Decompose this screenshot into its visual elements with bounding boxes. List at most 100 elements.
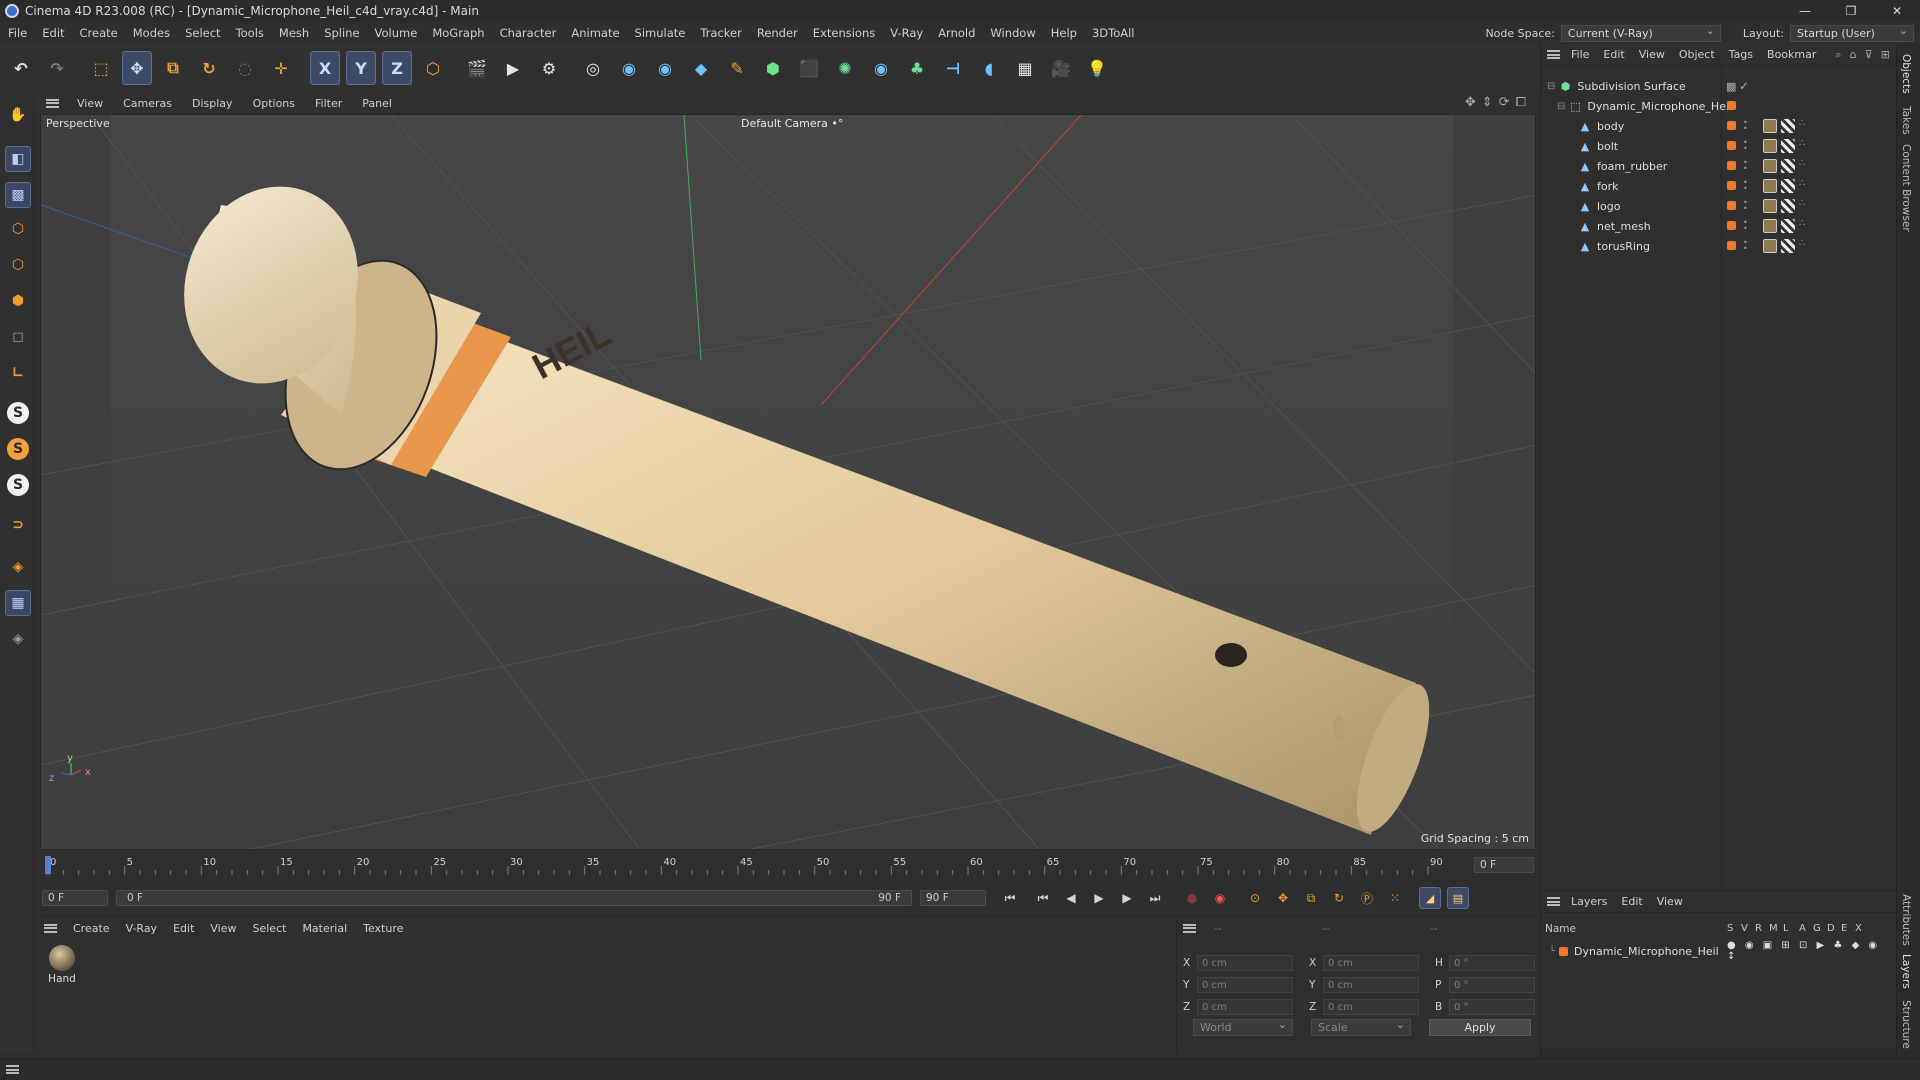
key-scale-icon[interactable]: ⧉ (1300, 887, 1322, 909)
menu-arnold[interactable]: Arnold (930, 26, 982, 40)
uvw-tag-icon[interactable] (1781, 219, 1795, 233)
uvw-tag-icon[interactable] (1781, 119, 1795, 133)
phong-tag-icon[interactable]: ∴ (1799, 138, 1805, 149)
menu-edit[interactable]: Edit (34, 26, 71, 40)
texture-tag-icon[interactable] (1763, 219, 1777, 233)
texture-tag-icon[interactable] (1763, 199, 1777, 213)
texture-tag-icon[interactable] (1763, 159, 1777, 173)
menu-3dtoall[interactable]: 3DToAll (1084, 26, 1142, 40)
playhead[interactable] (45, 856, 51, 874)
viewport-menu-filter[interactable]: Filter (305, 97, 352, 110)
visibility-dots-icon[interactable]: • • (1743, 159, 1748, 173)
python-generator-icon[interactable]: ◉ (866, 51, 896, 85)
uvw-tag-icon[interactable] (1781, 179, 1795, 193)
visibility-dots-icon[interactable]: • • (1743, 119, 1748, 133)
menu-animate[interactable]: Animate (563, 26, 626, 40)
menu-mesh[interactable]: Mesh (271, 26, 316, 40)
scale-tool-icon[interactable]: ⧉ (158, 51, 188, 85)
axis-mode-icon[interactable]: ∟ (5, 360, 31, 386)
previous-key-icon[interactable]: ⏮ (1032, 887, 1054, 909)
rotation-p-field[interactable]: 0 ° (1449, 977, 1535, 993)
side-tab-structure[interactable]: Structure (1900, 1000, 1912, 1049)
tree-row-bolt[interactable]: ▲ bolt • • ∴ (1541, 136, 1897, 156)
tree-row-net-mesh[interactable]: ▲ net_mesh • • ∴ (1541, 216, 1897, 236)
position-x-field[interactable]: 0 cm (1197, 955, 1293, 971)
apply-button[interactable]: Apply (1429, 1019, 1531, 1036)
snap-icon-white-2[interactable]: S (7, 474, 29, 496)
subdivision-icon[interactable]: ⬢ (758, 51, 788, 85)
uvw-tag-icon[interactable] (1781, 159, 1795, 173)
phong-tag-icon[interactable]: ∴ (1799, 218, 1805, 229)
layer-row[interactable]: └ Dynamic_Microphone_Heil ● ◉ ▣ ⊞ ⊡ ▶ ♣ … (1541, 940, 1897, 962)
collapse-toggle-icon[interactable]: ⊟ (1557, 101, 1565, 112)
texture-tag-icon[interactable] (1763, 119, 1777, 133)
menu-volume[interactable]: Volume (367, 26, 425, 40)
editor-render-check-icon[interactable]: ▩ (1726, 80, 1736, 93)
material-menu-texture[interactable]: Texture (355, 922, 411, 935)
minimize-button[interactable]: — (1782, 0, 1828, 22)
phong-tag-icon[interactable]: ∴ (1799, 238, 1805, 249)
viewport-menu-display[interactable]: Display (182, 97, 243, 110)
python-script-icon-2[interactable]: ◉ (650, 51, 680, 85)
x-axis-lock-button[interactable]: X (310, 51, 340, 85)
material-swatch[interactable]: Hand (44, 945, 80, 985)
model-mode-icon[interactable]: ◧ (5, 146, 31, 172)
texture-tag-icon[interactable] (1763, 239, 1777, 253)
light-icon[interactable]: 💡 (1082, 51, 1112, 85)
layer-toggle-icons[interactable]: ● ◉ ▣ ⊞ ⊡ ▶ ♣ ◆ ◉ ↕ (1727, 940, 1897, 962)
previous-frame-icon[interactable]: ◀ (1060, 887, 1082, 909)
go-to-end-icon[interactable]: ⏭ (1144, 887, 1166, 909)
texture-mode-icon[interactable]: ▩ (5, 182, 31, 208)
play-icon[interactable]: ▶ (1088, 887, 1110, 909)
uv-mode-icon[interactable]: ◻ (5, 324, 31, 350)
object-menu-view[interactable]: View (1632, 48, 1672, 61)
menu-vray[interactable]: V-Ray (882, 26, 930, 40)
perspective-viewport[interactable]: HEIL z y x Perspective Default Camera •°… (40, 114, 1536, 850)
material-menu-icon[interactable] (44, 923, 57, 933)
coordinates-menu-icon[interactable] (1183, 923, 1196, 933)
coordinate-space-select[interactable]: World (1193, 1018, 1293, 1036)
object-home-icon[interactable]: ⌂ (1850, 48, 1857, 61)
rotate-view-icon[interactable]: ⟳ (1499, 95, 1510, 110)
key-position-icon[interactable]: ✥ (1272, 887, 1294, 909)
start-frame-field[interactable]: 0 F (42, 890, 108, 906)
uvw-tag-icon[interactable] (1781, 139, 1795, 153)
cube-icon[interactable]: ◆ (686, 51, 716, 85)
render-settings-icon[interactable]: ⚙ (534, 51, 564, 85)
make-editable-icon[interactable]: ✋ (5, 102, 31, 128)
viewport-menu-cameras[interactable]: Cameras (113, 97, 182, 110)
visibility-dots-icon[interactable]: • • (1743, 239, 1748, 253)
uvw-tag-icon[interactable] (1781, 199, 1795, 213)
menu-simulate[interactable]: Simulate (627, 26, 693, 40)
key-parameter-icon[interactable]: Ⓟ (1356, 887, 1378, 909)
object-menu-tags[interactable]: Tags (1722, 48, 1760, 61)
tree-row-dynamic-microphone-heil[interactable]: ⊟ ⬚ Dynamic_Microphone_Heil (1541, 96, 1897, 116)
menu-window[interactable]: Window (982, 26, 1042, 40)
object-menu-object[interactable]: Object (1672, 48, 1722, 61)
lock-workplane-icon[interactable]: ◈ (5, 626, 31, 652)
material-menu-material[interactable]: Material (294, 922, 355, 935)
coordinate-system-icon[interactable]: ⬡ (418, 51, 448, 85)
size-x-field[interactable]: 0 cm (1323, 955, 1419, 971)
rotation-h-field[interactable]: 0 ° (1449, 955, 1535, 971)
tree-row-foam-rubber[interactable]: ▲ foam_rubber • • ∴ (1541, 156, 1897, 176)
floor-icon[interactable]: ▦ (1010, 51, 1040, 85)
menu-character[interactable]: Character (492, 26, 564, 40)
material-menu-view[interactable]: View (202, 922, 244, 935)
close-button[interactable]: ✕ (1874, 0, 1920, 22)
size-y-field[interactable]: 0 cm (1323, 977, 1419, 993)
rotation-b-field[interactable]: 0 ° (1449, 999, 1535, 1015)
timeline-ruler[interactable]: 0 5 10 15 20 25 30 35 40 45 50 55 60 65 70 75 80 85 90 0 F (40, 854, 1536, 876)
object-filter-icon[interactable]: ⊽ (1865, 48, 1873, 61)
y-axis-lock-button[interactable]: Y (346, 51, 376, 85)
viewport-camera-label[interactable]: Default Camera •° (741, 117, 843, 130)
next-frame-icon[interactable]: ▶ (1116, 887, 1138, 909)
key-pla-icon[interactable]: ⁙ (1384, 887, 1406, 909)
phong-tag-icon[interactable]: ∴ (1799, 198, 1805, 209)
menu-tracker[interactable]: Tracker (692, 26, 749, 40)
current-frame-field[interactable]: 0 F (1474, 857, 1534, 873)
menu-modes[interactable]: Modes (125, 26, 177, 40)
menu-file[interactable]: File (0, 26, 34, 40)
menu-help[interactable]: Help (1043, 26, 1084, 40)
tree-row-fork[interactable]: ▲ fork • • ∴ (1541, 176, 1897, 196)
